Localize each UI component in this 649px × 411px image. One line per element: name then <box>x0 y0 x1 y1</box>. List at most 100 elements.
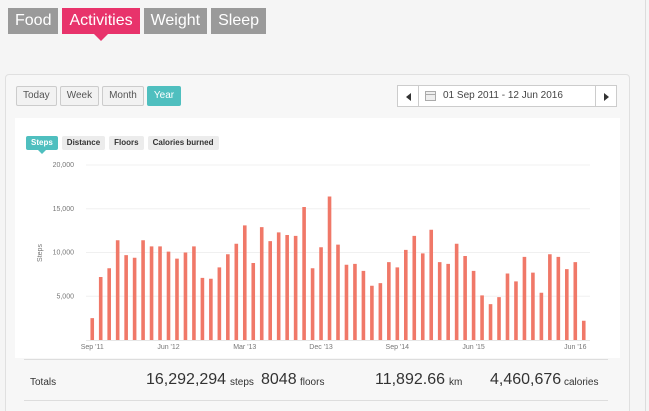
tab-weight[interactable]: Weight <box>143 8 208 34</box>
total-distance-value: 11,892.66 <box>375 371 445 388</box>
chart-bar <box>268 241 272 340</box>
chart-bar <box>217 267 222 341</box>
total-calories-value: 4,460,676 <box>490 371 562 388</box>
chart-bar <box>344 264 349 340</box>
chart-bar <box>497 297 501 341</box>
range-today-button[interactable]: Today <box>16 86 57 106</box>
chart-bar <box>514 281 518 341</box>
metric-tab-floors[interactable]: Floors <box>109 136 144 150</box>
chart-bar <box>124 255 128 341</box>
y-tick-label: 15,000 <box>53 206 75 213</box>
chart-bar <box>548 254 552 340</box>
x-tick-label: Jun '12 <box>157 344 179 351</box>
chart-bar <box>183 252 188 340</box>
chart-bar <box>234 243 239 340</box>
chart-bar <box>378 283 383 341</box>
y-tick-label: 20,000 <box>53 162 75 169</box>
chart-bar <box>454 243 459 340</box>
range-selector: Today Week Month Year <box>16 86 182 106</box>
chart-bar <box>107 268 111 340</box>
y-axis-label: Steps <box>37 244 44 262</box>
chart-bar <box>361 270 366 341</box>
metric-tab-distance[interactable]: Distance <box>61 136 106 150</box>
total-calories-unit: calories <box>564 377 599 388</box>
chart-bar <box>446 263 450 341</box>
chart-bar <box>115 240 120 340</box>
chart-bar <box>209 278 213 340</box>
chart-bars <box>90 196 586 341</box>
chart-bar <box>581 320 586 340</box>
chart-bar <box>573 262 578 341</box>
chart-bar <box>242 225 247 341</box>
metric-tab-steps[interactable]: Steps <box>26 136 58 154</box>
x-tick-label: Sep '11 <box>81 344 104 351</box>
next-period-button[interactable] <box>595 85 617 107</box>
x-tick-label: Mar '13 <box>233 344 256 351</box>
date-range-text: 01 Sep 2011 - 12 Jun 2016 <box>443 90 563 101</box>
chart-bar <box>539 292 544 340</box>
chart-bar <box>505 273 510 340</box>
total-steps-unit: steps <box>230 377 254 388</box>
total-floors-unit: floors <box>300 377 325 388</box>
totals-label: Totals <box>30 377 57 388</box>
chart-bar <box>149 246 154 341</box>
chart-bar <box>420 253 425 341</box>
chart-bar <box>480 295 484 341</box>
date-range-field[interactable]: 01 Sep 2011 - 12 Jun 2016 <box>419 85 595 107</box>
range-week-button[interactable]: Week <box>59 86 100 106</box>
range-year-button[interactable]: Year <box>146 86 182 106</box>
chart-bar <box>471 270 476 341</box>
range-month-button[interactable]: Month <box>102 86 144 106</box>
chart-bar <box>200 277 205 341</box>
x-tick-label: Jun '15 <box>462 344 484 351</box>
tab-activities[interactable]: Activities <box>62 8 140 41</box>
chart-bar <box>158 246 162 341</box>
previous-period-button[interactable] <box>397 85 419 107</box>
totals-bottom-divider <box>24 400 608 401</box>
chart-bar <box>302 207 306 340</box>
chart-bar <box>166 251 171 341</box>
total-steps-value: 16,292,294 <box>146 371 227 388</box>
chart-bar <box>429 229 434 340</box>
chart-bar <box>251 263 256 340</box>
main-nav-tabs: Food Activities Weight Sleep <box>8 8 267 41</box>
chart-bar <box>141 240 145 340</box>
chart-bar <box>285 235 289 340</box>
chart-bar <box>556 256 561 341</box>
chart-bar <box>293 235 298 341</box>
y-tick-label: 10,000 <box>53 250 75 257</box>
chart-bar <box>319 247 323 340</box>
calendar-icon <box>425 91 436 101</box>
chart-bar <box>132 257 137 340</box>
chart-bar <box>336 244 340 341</box>
total-floors-value: 8048 <box>261 371 297 388</box>
chart-bar <box>192 246 196 341</box>
total-distance-unit: km <box>449 377 463 388</box>
chart-bar <box>412 235 417 341</box>
chart-bar <box>565 269 569 341</box>
metric-tabs: Steps Distance Floors Calories burned <box>26 136 219 154</box>
chart-bar <box>90 318 95 341</box>
chart-bar <box>226 254 230 340</box>
date-navigator: 01 Sep 2011 - 12 Jun 2016 <box>397 85 617 107</box>
metric-tab-calories[interactable]: Calories burned <box>147 136 219 150</box>
chart-bar <box>395 267 400 341</box>
chart-bar <box>327 196 332 340</box>
chart-bar <box>175 258 179 341</box>
chart-bar <box>98 277 103 340</box>
chart-bar <box>463 256 467 340</box>
tab-food[interactable]: Food <box>8 8 59 34</box>
chart-bar <box>404 249 408 341</box>
chart-bar <box>370 285 374 340</box>
chart-bar <box>310 268 315 340</box>
steps-bar-chart: 5,000 10,000 15,000 20,000 Sep '11 Jun '12 Ma… <box>37 162 590 351</box>
chart-bar <box>531 272 535 341</box>
chart-bar <box>522 256 527 341</box>
x-tick-label: Jun '16 <box>564 344 586 351</box>
chart-bar <box>488 304 493 341</box>
chart-bar <box>437 262 442 341</box>
chart-bar <box>259 227 264 341</box>
chart-bar <box>353 263 357 341</box>
tab-sleep[interactable]: Sleep <box>211 8 267 34</box>
x-tick-label: Sep '14 <box>386 344 410 351</box>
